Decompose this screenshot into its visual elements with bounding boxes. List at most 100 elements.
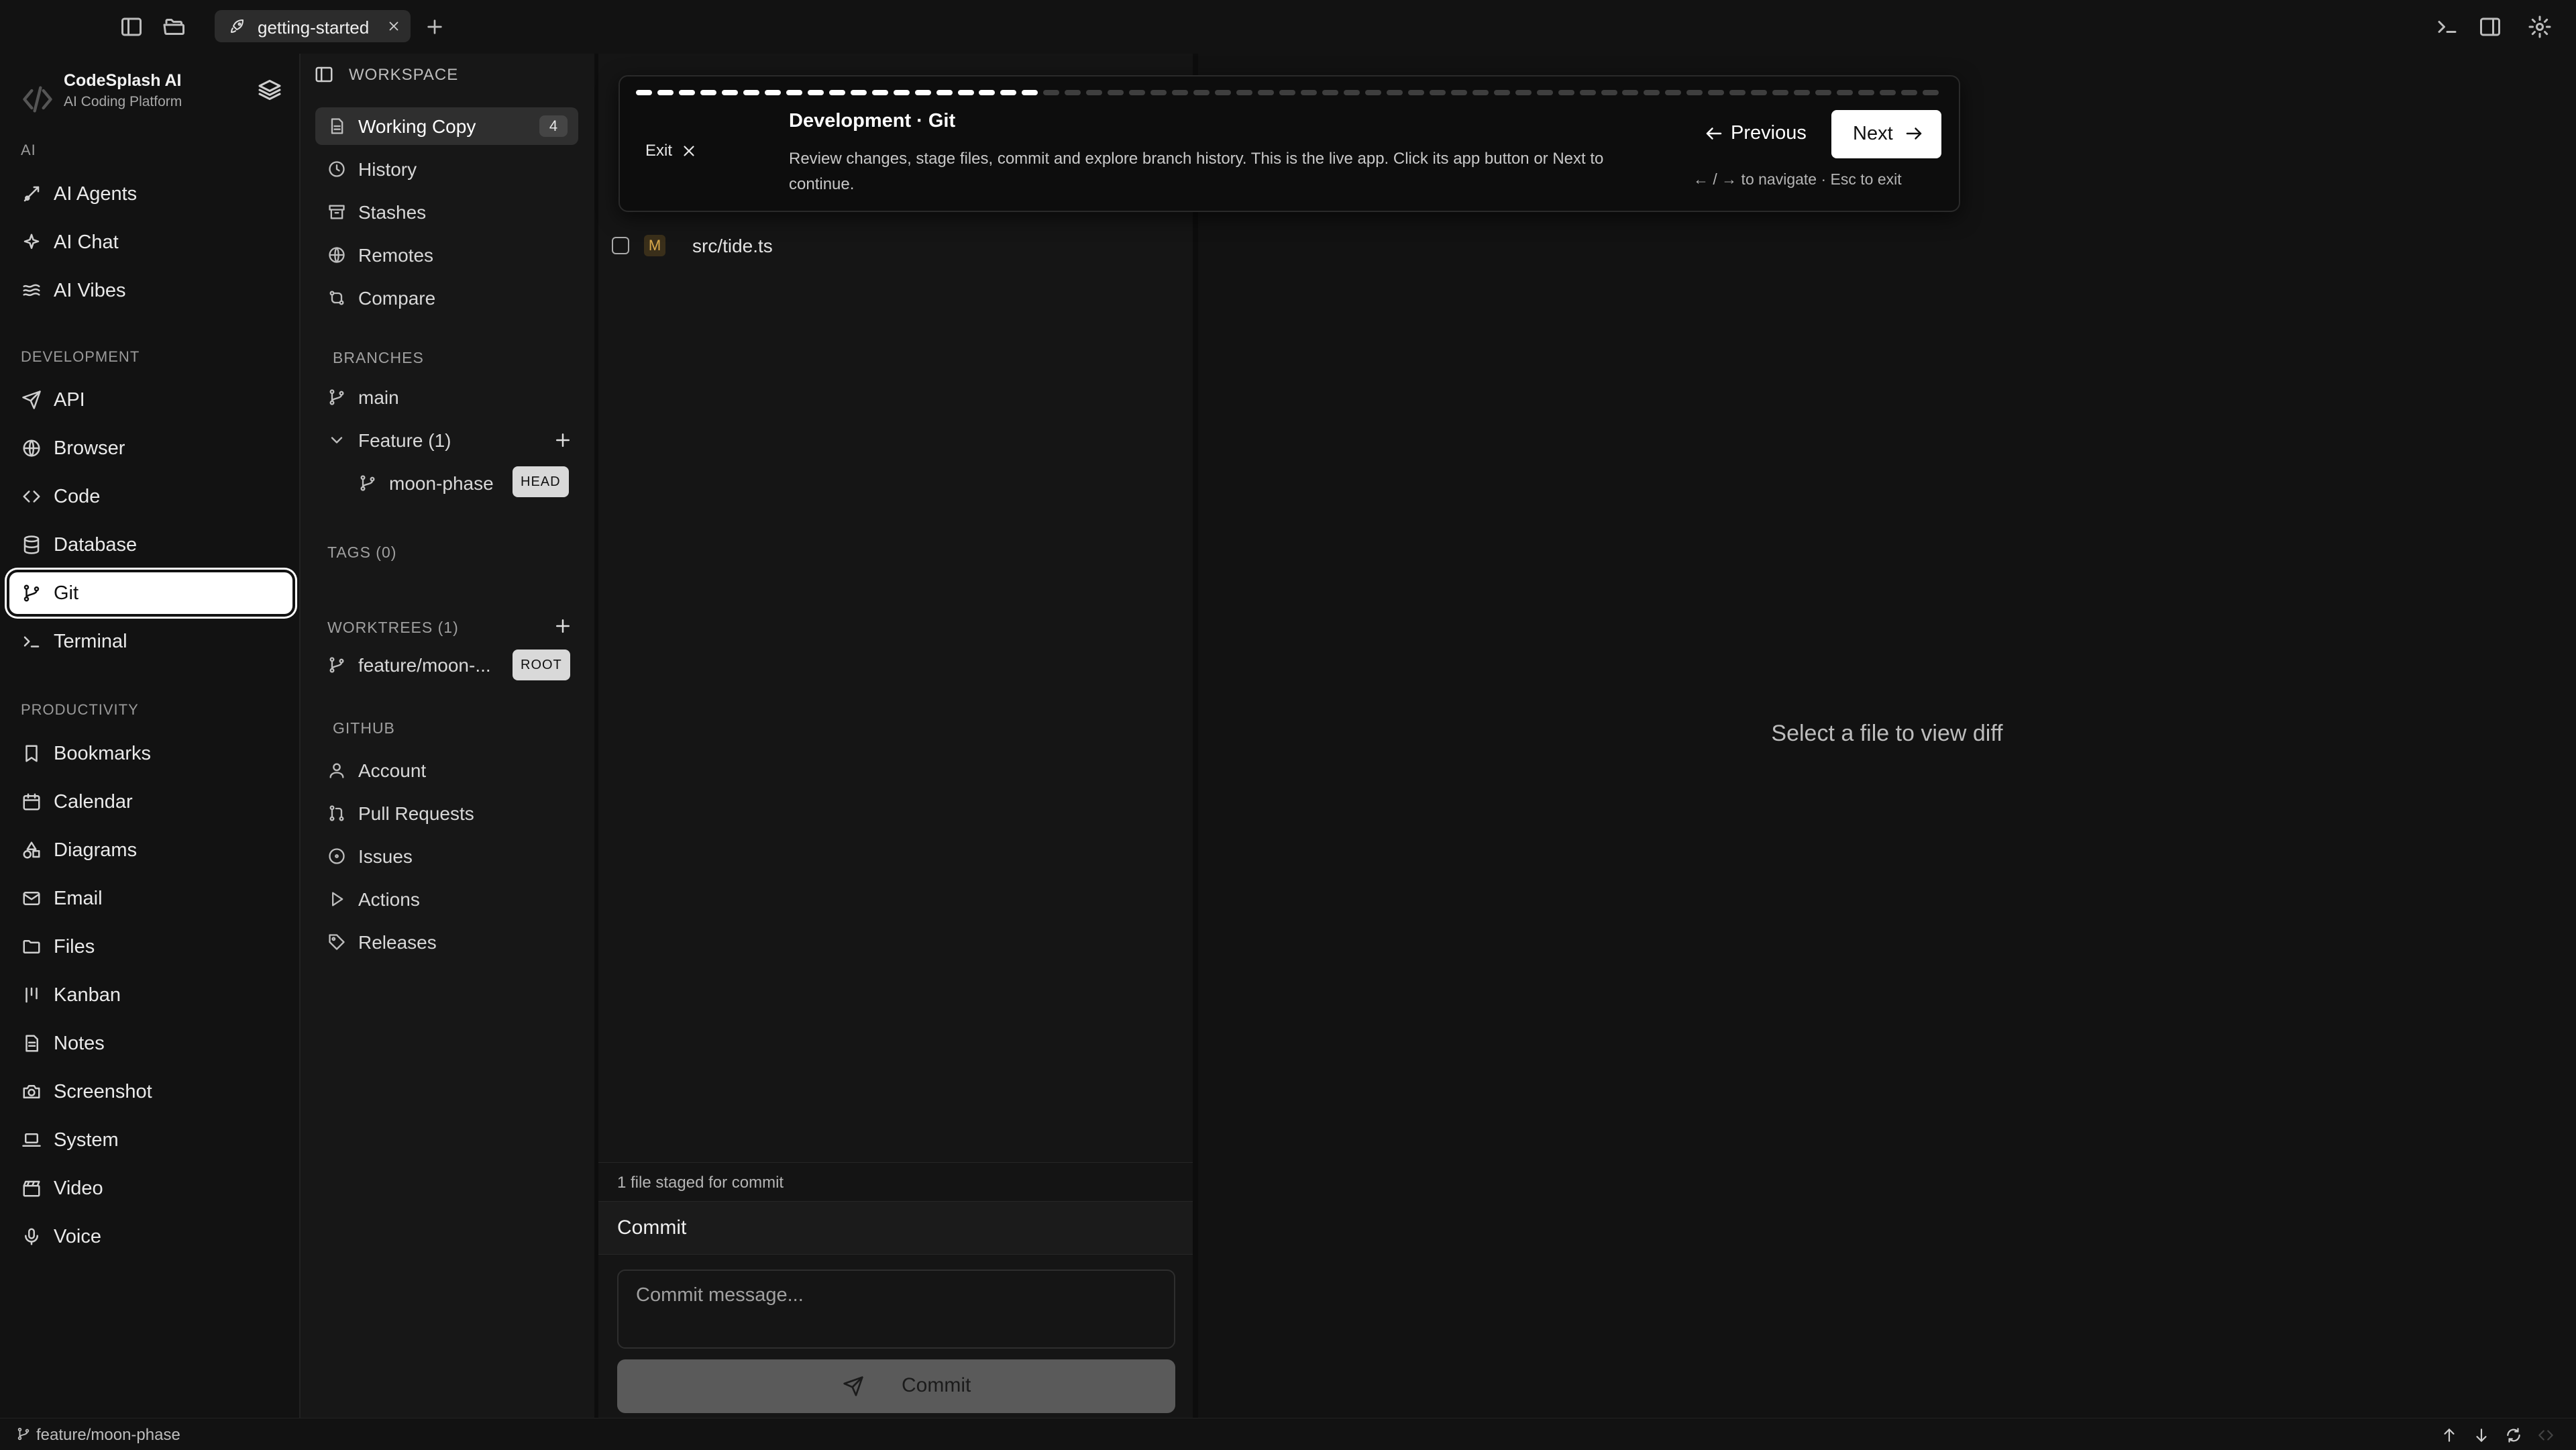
sync-icon[interactable]	[2505, 1427, 2522, 1444]
tour-progress-segment	[1000, 90, 1017, 95]
git-item-label: Compare	[358, 288, 436, 309]
sidebar-item-system[interactable]: System	[9, 1119, 292, 1161]
tour-progress-segment	[1880, 90, 1896, 95]
sidebar-item-email[interactable]: Email	[9, 878, 292, 919]
sidebar-item-label: Bookmarks	[54, 743, 152, 764]
file-path: src/tide.ts	[692, 236, 773, 256]
pull-arrow-down-icon[interactable]	[2473, 1427, 2490, 1444]
git-compare[interactable]: Compare	[315, 279, 578, 317]
tour-progress-segment	[1708, 90, 1725, 95]
sidebar-item-database[interactable]: Database	[9, 524, 292, 566]
sidebar-item-bookmarks[interactable]: Bookmarks	[9, 733, 292, 774]
sidebar-item-calendar[interactable]: Calendar	[9, 781, 292, 823]
git-item-label: Remotes	[358, 245, 434, 266]
note-icon	[21, 1033, 42, 1053]
sidebar-item-kanban[interactable]: Kanban	[9, 974, 292, 1016]
tour-progress-segment	[1322, 90, 1338, 95]
branch-group-label: Feature (1)	[358, 430, 451, 451]
current-branch[interactable]: feature/moon-phase	[36, 1426, 180, 1445]
sidebar-item-files[interactable]: Files	[9, 926, 292, 968]
github-item-label: Account	[358, 760, 427, 781]
tour-progress-segment	[871, 90, 888, 95]
sparkle-icon	[21, 232, 42, 252]
tour-progress-segment	[1536, 90, 1553, 95]
tour-progress-segment	[1558, 90, 1574, 95]
section-development: DEVELOPMENT	[21, 348, 140, 365]
worktree-item[interactable]: feature/moon-...	[315, 646, 510, 684]
workspace-heading: WORKSPACE	[349, 66, 459, 84]
sidebar-item-ai-agents[interactable]: AI Agents	[9, 173, 292, 215]
file-icon	[327, 117, 346, 136]
staged-summary: 1 file staged for commit	[617, 1174, 784, 1192]
git-branch-icon	[21, 583, 42, 603]
tour-next-button[interactable]: Next	[1831, 110, 1941, 158]
sidebar-item-label: AI Agents	[54, 183, 138, 205]
folders-icon[interactable]	[162, 15, 186, 39]
sidebar-item-video[interactable]: Video	[9, 1168, 292, 1209]
tab-getting-started[interactable]: getting-started	[215, 10, 411, 42]
sidebar-toggle-icon[interactable]	[119, 15, 144, 39]
tour-progress-segment	[850, 90, 867, 95]
commit-button[interactable]: Commit	[617, 1359, 1175, 1413]
sidebar-item-git[interactable]: Git	[9, 572, 292, 614]
sidebar-item-screenshot[interactable]: Screenshot	[9, 1071, 292, 1112]
github-heading: GITHUB	[333, 719, 395, 737]
github-issues[interactable]: Issues	[315, 837, 578, 875]
sidebar-item-terminal[interactable]: Terminal	[9, 621, 292, 662]
diff-empty-state: Select a file to view diff	[1771, 721, 2003, 746]
terminal-toggle-icon[interactable]	[2435, 15, 2459, 39]
tour-progress-segment	[893, 90, 910, 95]
workspace-panel-icon[interactable]	[314, 64, 334, 85]
terminal-icon	[21, 631, 42, 652]
file-row[interactable]: M src/tide.ts	[612, 229, 1175, 262]
tour-progress-segment	[979, 90, 996, 95]
tour-progress-segment	[721, 90, 738, 95]
play-icon	[327, 890, 346, 909]
sidebar-item-api[interactable]: API	[9, 379, 292, 421]
tour-progress-bar	[636, 89, 1944, 97]
file-status-badge: M	[644, 235, 665, 256]
github-releases[interactable]: Releases	[315, 923, 578, 961]
tour-progress-segment	[1150, 90, 1167, 95]
github-item-label: Actions	[358, 889, 420, 910]
git-working-copy[interactable]: Working Copy 4	[315, 107, 578, 145]
tour-previous-button[interactable]: Previous	[1704, 110, 1821, 157]
close-tab-icon[interactable]	[386, 19, 401, 34]
push-arrow-up-icon[interactable]	[2440, 1427, 2458, 1444]
github-pull-requests[interactable]: Pull Requests	[315, 794, 578, 832]
git-branch-icon	[358, 474, 377, 493]
sidebar-item-browser[interactable]: Browser	[9, 427, 292, 469]
sidebar-item-ai-chat[interactable]: AI Chat	[9, 221, 292, 263]
compare-icon	[327, 289, 346, 307]
sidebar-item-diagrams[interactable]: Diagrams	[9, 829, 292, 871]
git-stashes[interactable]: Stashes	[315, 193, 578, 231]
sidebar-item-voice[interactable]: Voice	[9, 1216, 292, 1257]
git-history[interactable]: History	[315, 150, 578, 188]
add-branch-plus-icon[interactable]	[553, 430, 573, 450]
panel-toggle-icon[interactable]	[2478, 15, 2502, 39]
sidebar-item-ai-vibes[interactable]: AI Vibes	[9, 270, 292, 311]
branch-group-feature[interactable]: Feature (1)	[315, 421, 578, 459]
sidebar-item-code[interactable]: Code	[9, 476, 292, 517]
settings-gear-icon[interactable]	[2528, 15, 2552, 39]
layers-icon[interactable]	[258, 78, 282, 102]
sidebar-item-label: Voice	[54, 1226, 101, 1247]
tour-progress-segment	[1901, 90, 1918, 95]
tour-progress-segment	[1065, 90, 1081, 95]
add-worktree-plus-icon[interactable]	[553, 616, 573, 636]
mail-icon	[21, 888, 42, 909]
github-account[interactable]: Account	[315, 752, 578, 789]
new-tab-plus-icon[interactable]	[424, 16, 445, 38]
git-remotes[interactable]: Remotes	[315, 236, 578, 274]
stage-checkbox[interactable]	[612, 237, 629, 254]
branch-main[interactable]: main	[315, 378, 578, 416]
commit-message-input[interactable]	[617, 1270, 1175, 1349]
bot-icon	[21, 184, 42, 204]
tour-progress-segment	[1644, 90, 1660, 95]
github-actions[interactable]: Actions	[315, 880, 578, 918]
tour-progress-segment	[1515, 90, 1532, 95]
sidebar-item-label: Email	[54, 888, 103, 909]
sidebar-item-notes[interactable]: Notes	[9, 1023, 292, 1064]
commit-heading: Commit	[617, 1216, 687, 1239]
sidebar-item-label: Browser	[54, 437, 125, 459]
